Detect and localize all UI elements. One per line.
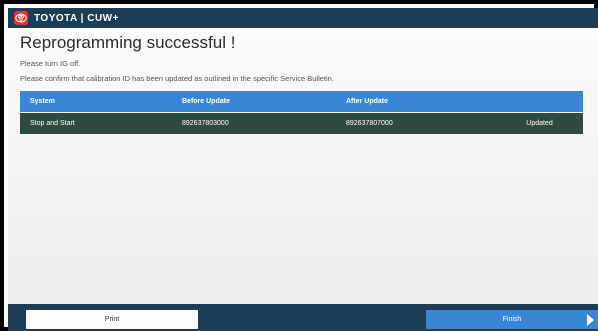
main-content: Reprogramming successful ! Please turn I… [8, 28, 598, 304]
finish-label: Finish [502, 316, 522, 323]
cell-before-update: 892637803000 [182, 120, 229, 127]
cell-status: Updated [526, 120, 553, 127]
app-frame: TOYOTA | CUW+ Reprogramming successful !… [0, 0, 598, 331]
confirmation-text: Please confirm that calibration ID has b… [20, 74, 334, 83]
finish-button[interactable]: Finish [426, 310, 598, 329]
toyota-logo-icon [14, 11, 28, 25]
instruction-text: Please turn IG off. [20, 59, 81, 68]
print-button[interactable]: Print [26, 310, 198, 329]
title-bar: TOYOTA | CUW+ [8, 8, 598, 28]
column-header-before-update: Before Update [182, 98, 230, 105]
app-brand: TOYOTA | CUW+ [34, 12, 119, 24]
cell-after-update: 892637807000 [346, 120, 393, 127]
footer-bar: Print Finish [8, 304, 598, 331]
table-header: System Before Update After Update [20, 91, 583, 112]
cell-system: Stop and Start [30, 120, 75, 127]
page-title: Reprogramming successful ! [20, 33, 236, 52]
results-table: System Before Update After Update Stop a… [20, 91, 583, 134]
column-header-after-update: After Update [346, 98, 389, 105]
column-header-system: System [30, 98, 55, 105]
play-arrow-icon [587, 314, 594, 326]
table-row[interactable]: Stop and Start 892637803000 892637807000… [20, 113, 583, 134]
